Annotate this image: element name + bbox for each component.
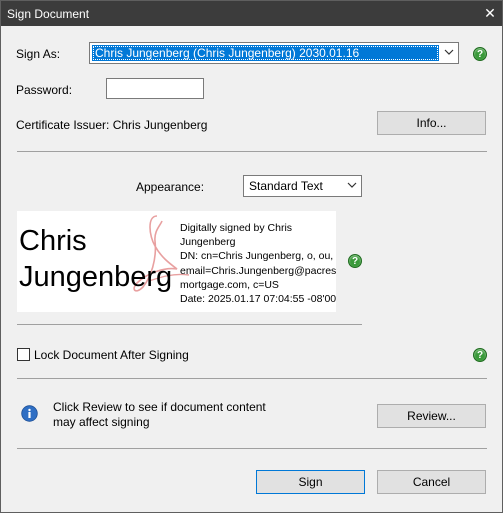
review-message-line1: Click Review to see if document content xyxy=(53,400,266,414)
cancel-button[interactable]: Cancel xyxy=(377,470,486,494)
sign-button[interactable]: Sign xyxy=(256,470,365,494)
signature-name-line1: Chris xyxy=(19,225,87,257)
signature-detail-line: email=Chris.Jungenberg@pacres xyxy=(180,264,336,277)
signature-detail-line: mortgage.com, c=US xyxy=(180,278,279,291)
sign-as-label: Sign As: xyxy=(16,47,61,61)
separator xyxy=(17,448,487,449)
certificate-issuer-text: Certificate Issuer: Chris Jungenberg xyxy=(16,118,208,132)
signature-detail-line: Jungenberg xyxy=(180,236,236,249)
appearance-help-icon[interactable]: ? xyxy=(348,254,362,268)
dialog-title: Sign Document xyxy=(7,7,90,21)
signature-preview: Chris Jungenberg Digitally signed by Chr… xyxy=(17,211,336,312)
chevron-down-icon xyxy=(444,49,454,55)
review-message-line2: may affect signing xyxy=(53,414,150,429)
signature-detail-line: Date: 2025.01.17 07:04:55 -08'00' xyxy=(180,293,336,306)
separator xyxy=(17,378,487,379)
separator xyxy=(17,324,362,325)
review-message: Click Review to see if document content … xyxy=(53,400,266,429)
lock-document-checkbox[interactable] xyxy=(17,348,30,361)
appearance-value: Standard Text xyxy=(249,179,323,193)
info-button[interactable]: Info... xyxy=(377,111,486,135)
password-label: Password: xyxy=(16,83,73,97)
sign-document-dialog: Sign Document ✕ Sign As: Chris Jungenber… xyxy=(0,0,503,513)
title-bar: Sign Document ✕ xyxy=(1,1,502,26)
signature-detail-line: DN: cn=Chris Jungenberg, o, ou, xyxy=(180,250,334,263)
sign-as-value: Chris Jungenberg (Chris Jungenberg) 2030… xyxy=(95,46,360,60)
signature-name-line2: Jungenberg xyxy=(19,261,173,293)
password-field[interactable] xyxy=(106,78,204,99)
appearance-label: Appearance: xyxy=(136,180,205,194)
signature-name: Chris Jungenberg xyxy=(19,223,172,295)
signature-detail-line: Digitally signed by Chris xyxy=(180,222,293,234)
info-icon xyxy=(21,405,38,422)
chevron-down-icon xyxy=(347,182,357,188)
separator xyxy=(17,151,487,152)
appearance-select[interactable]: Standard Text xyxy=(243,175,362,197)
sign-as-help-icon[interactable]: ? xyxy=(473,47,487,61)
lock-help-icon[interactable]: ? xyxy=(473,348,487,362)
review-button[interactable]: Review... xyxy=(377,404,486,428)
close-icon[interactable]: ✕ xyxy=(478,1,502,26)
signature-details: Digitally signed by Chris Jungenberg DN:… xyxy=(180,221,336,306)
lock-document-label[interactable]: Lock Document After Signing xyxy=(34,348,189,362)
sign-as-select[interactable]: Chris Jungenberg (Chris Jungenberg) 2030… xyxy=(89,42,459,64)
